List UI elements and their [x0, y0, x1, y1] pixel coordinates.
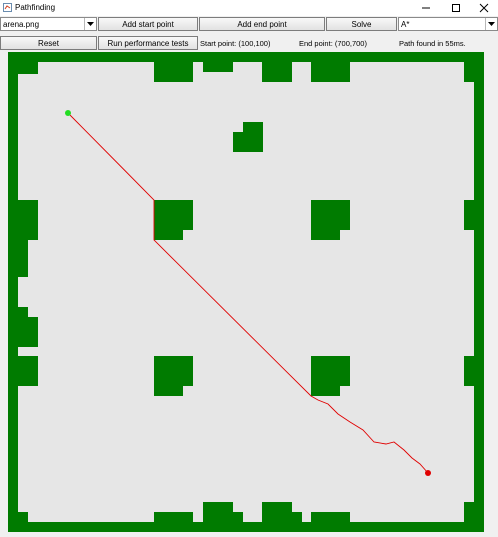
status-label: Path found in 55ms.: [399, 39, 466, 48]
map-wall: [464, 62, 474, 82]
map-select-value: arena.png: [3, 20, 40, 29]
add-start-point-button[interactable]: Add start point: [98, 17, 198, 31]
close-button[interactable]: [470, 0, 498, 16]
map-wall: [464, 356, 474, 386]
end-point-label: End point: (700,700): [299, 39, 367, 48]
map-wall: [203, 502, 233, 522]
reset-button[interactable]: Reset: [0, 36, 97, 50]
maximize-icon: [452, 4, 460, 12]
algorithm-select[interactable]: A*: [398, 17, 498, 31]
map-wall: [18, 62, 38, 74]
title-bar: Pathfinding: [0, 0, 498, 16]
algorithm-select-value: A*: [401, 20, 410, 29]
chevron-down-icon[interactable]: [84, 18, 96, 30]
map-wall: [18, 512, 28, 522]
map-wall: [233, 512, 243, 522]
run-performance-tests-button[interactable]: Run performance tests: [98, 36, 198, 50]
map-wall: [233, 132, 243, 152]
end-point-marker[interactable]: [425, 470, 431, 476]
map-wall: [292, 512, 302, 522]
window-title: Pathfinding: [15, 3, 56, 12]
map-wall: [243, 122, 263, 152]
toolbar-row-1: arena.png Add start point Add end point …: [0, 16, 498, 33]
maximize-button[interactable]: [442, 0, 470, 16]
map-wall: [18, 307, 28, 317]
map-wall: [18, 356, 38, 386]
map-select[interactable]: arena.png: [0, 17, 97, 31]
map-wall: [154, 62, 193, 82]
map-wall: [18, 240, 28, 277]
map-wall: [262, 502, 292, 522]
toolbar-row-2: Reset Run performance tests Start point:…: [0, 35, 498, 52]
map-wall: [464, 502, 474, 522]
minimize-icon: [422, 7, 430, 9]
map-wall: [311, 62, 350, 82]
start-point-marker[interactable]: [65, 110, 71, 116]
map-wall: [18, 200, 38, 240]
close-icon: [479, 3, 489, 13]
map-wall: [311, 512, 350, 522]
chevron-down-icon[interactable]: [485, 18, 497, 30]
add-end-point-button[interactable]: Add end point: [199, 17, 325, 31]
map-wall: [464, 200, 474, 230]
java-app-icon: [3, 3, 12, 12]
map-wall: [262, 62, 292, 82]
map-wall: [154, 512, 193, 522]
map-wall: [203, 62, 233, 72]
minimize-button[interactable]: [412, 0, 440, 16]
map-wall: [18, 317, 38, 347]
start-point-label: Start point: (100,100): [200, 39, 271, 48]
map-svg[interactable]: [8, 52, 484, 532]
solve-button[interactable]: Solve: [326, 17, 397, 31]
map-canvas[interactable]: [8, 52, 484, 532]
